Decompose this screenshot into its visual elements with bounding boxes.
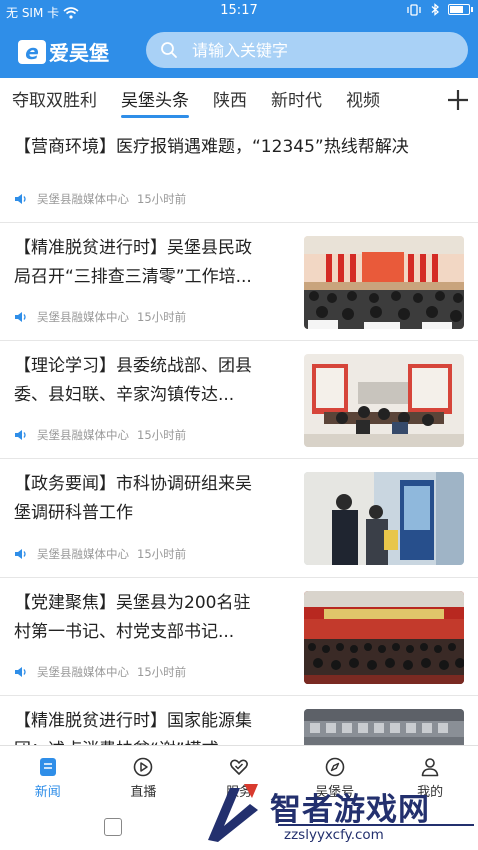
- news-source: 吴堡县融媒体中心: [37, 547, 129, 561]
- news-title: 【精准脱贫进行时】吴堡县民政 局召开“三排查三清零”工作培...: [14, 234, 294, 292]
- news-title: 【党建聚焦】吴堡县为200名驻 村第一书记、村党支部书记...: [14, 589, 294, 647]
- news-time: 15小时前: [137, 665, 187, 679]
- status-bar: 无 SIM 卡 15:17: [0, 0, 478, 24]
- news-title: 【精准脱贫进行时】国家能源集 团：述卢消费扶贫“谢”模式: [14, 707, 294, 745]
- speaker-icon[interactable]: [14, 548, 29, 560]
- news-title-line: 局召开“三排查三清零”工作培...: [14, 267, 252, 287]
- person-icon: [421, 758, 439, 777]
- news-title-line: 团：述卢消费扶贫“谢”模式: [14, 736, 294, 745]
- nav-live-label: 直播: [130, 785, 157, 800]
- news-time: 15小时前: [137, 310, 187, 324]
- news-item[interactable]: 【营商环境】医疗报销遇难题，“12345”热线帮解决 吴堡县融媒体中心 15小时…: [0, 124, 478, 223]
- app-header: e 爱吴堡: [0, 24, 478, 78]
- tab-wubao-headlines[interactable]: 吴堡头条: [109, 78, 201, 124]
- search-bar[interactable]: [146, 32, 468, 68]
- play-icon: [134, 757, 153, 777]
- news-title-line: 村第一书记、村党支部书记...: [14, 622, 235, 642]
- vibrate-icon: [407, 3, 421, 16]
- news-title-line: 【精准脱贫进行时】国家能源集: [14, 711, 252, 731]
- news-source: 吴堡县融媒体中心: [37, 428, 129, 442]
- watermark-url: zzslyyxcfy.com: [284, 827, 384, 843]
- tab-duoqu[interactable]: 夺取双胜利: [0, 78, 109, 124]
- news-item[interactable]: 【政务要闻】市科协调研组来吴 堡调研科普工作 吴堡县融媒体中心 15小时前: [0, 459, 478, 578]
- tab-new-era[interactable]: 新时代: [259, 78, 334, 124]
- tab-shaanxi[interactable]: 陕西: [201, 78, 259, 124]
- app-logo[interactable]: e 爱吴堡: [18, 37, 109, 66]
- nav-news[interactable]: 新闻: [0, 746, 96, 801]
- news-time: 15小时前: [137, 192, 187, 206]
- logo-text: 爱吴堡: [49, 41, 109, 65]
- nav-news-label: 新闻: [34, 785, 61, 800]
- watermark-divider: [278, 824, 474, 826]
- site-watermark: 智者游戏网 zzslyyxcfy.com: [200, 780, 478, 850]
- news-meta: 吴堡县融媒体中心 15小时前: [14, 427, 186, 443]
- news-item[interactable]: 【党建聚焦】吴堡县为200名驻 村第一书记、村党支部书记... 吴堡县融媒体中心…: [0, 578, 478, 696]
- search-icon: [161, 42, 177, 58]
- news-title: 【理论学习】县委统战部、团县 委、县妇联、辛家沟镇传达...: [14, 352, 294, 410]
- news-source: 吴堡县融媒体中心: [37, 310, 129, 324]
- news-title-line: 【营商环境】医疗报销遇难题，“12345”热线帮解决: [14, 137, 409, 157]
- news-item[interactable]: 【理论学习】县委统战部、团县 委、县妇联、辛家沟镇传达... 吴堡县融媒体中心 …: [0, 341, 478, 459]
- news-title-line: 【政务要闻】市科协调研组来吴: [14, 474, 252, 494]
- watermark-text: 智者游戏网: [270, 792, 430, 828]
- bluetooth-icon: [431, 3, 439, 16]
- news-title: 【营商环境】医疗报销遇难题，“12345”热线帮解决: [14, 133, 474, 162]
- logo-mark-icon: e: [18, 39, 46, 64]
- news-meta: 吴堡县融媒体中心 15小时前: [14, 191, 186, 207]
- add-tab-icon[interactable]: [446, 88, 470, 112]
- news-time: 15小时前: [137, 428, 187, 442]
- system-home-icon[interactable]: [104, 818, 122, 836]
- news-icon: [39, 758, 56, 776]
- news-title-line: 【党建聚焦】吴堡县为200名驻: [14, 593, 251, 613]
- news-meta: 吴堡县融媒体中心 15小时前: [14, 309, 186, 325]
- tab-video[interactable]: 视频: [334, 78, 392, 124]
- news-source: 吴堡县融媒体中心: [37, 665, 129, 679]
- news-title-line: 【理论学习】县委统战部、团县: [14, 356, 252, 376]
- news-title-line: 堡调研科普工作: [14, 503, 133, 523]
- news-title-line: 委、县妇联、辛家沟镇传达...: [14, 385, 235, 405]
- news-thumbnail[interactable]: [304, 236, 464, 329]
- speaker-icon[interactable]: [14, 311, 29, 323]
- news-meta: 吴堡县融媒体中心 15小时前: [14, 664, 186, 680]
- news-source: 吴堡县融媒体中心: [37, 192, 129, 206]
- compass-icon: [325, 757, 344, 777]
- news-time: 15小时前: [137, 547, 187, 561]
- news-thumbnail[interactable]: [304, 591, 464, 684]
- news-thumbnail[interactable]: [304, 354, 464, 447]
- category-tabs: 夺取双胜利 吴堡头条 陕西 新时代 视频: [0, 78, 478, 124]
- news-thumbnail[interactable]: [304, 472, 464, 565]
- heart-service-icon: [230, 759, 248, 775]
- speaker-icon[interactable]: [14, 429, 29, 441]
- search-input[interactable]: [192, 40, 442, 60]
- news-meta: 吴堡县融媒体中心 15小时前: [14, 546, 186, 562]
- news-item[interactable]: 【精准脱贫进行时】吴堡县民政 局召开“三排查三清零”工作培... 吴堡县融媒体中…: [0, 223, 478, 341]
- news-title: 【政务要闻】市科协调研组来吴 堡调研科普工作: [14, 470, 294, 528]
- speaker-icon[interactable]: [14, 666, 29, 678]
- news-item[interactable]: 【精准脱贫进行时】国家能源集 团：述卢消费扶贫“谢”模式: [0, 696, 478, 745]
- battery-icon: [448, 4, 473, 15]
- news-thumbnail[interactable]: [304, 709, 464, 745]
- watermark-logo-icon: [208, 784, 258, 842]
- status-right: [406, 3, 473, 16]
- news-feed[interactable]: 【营商环境】医疗报销遇难题，“12345”热线帮解决 吴堡县融媒体中心 15小时…: [0, 124, 478, 745]
- speaker-icon[interactable]: [14, 193, 29, 205]
- news-title-line: 【精准脱贫进行时】吴堡县民政: [14, 238, 252, 258]
- nav-live[interactable]: 直播: [96, 746, 192, 801]
